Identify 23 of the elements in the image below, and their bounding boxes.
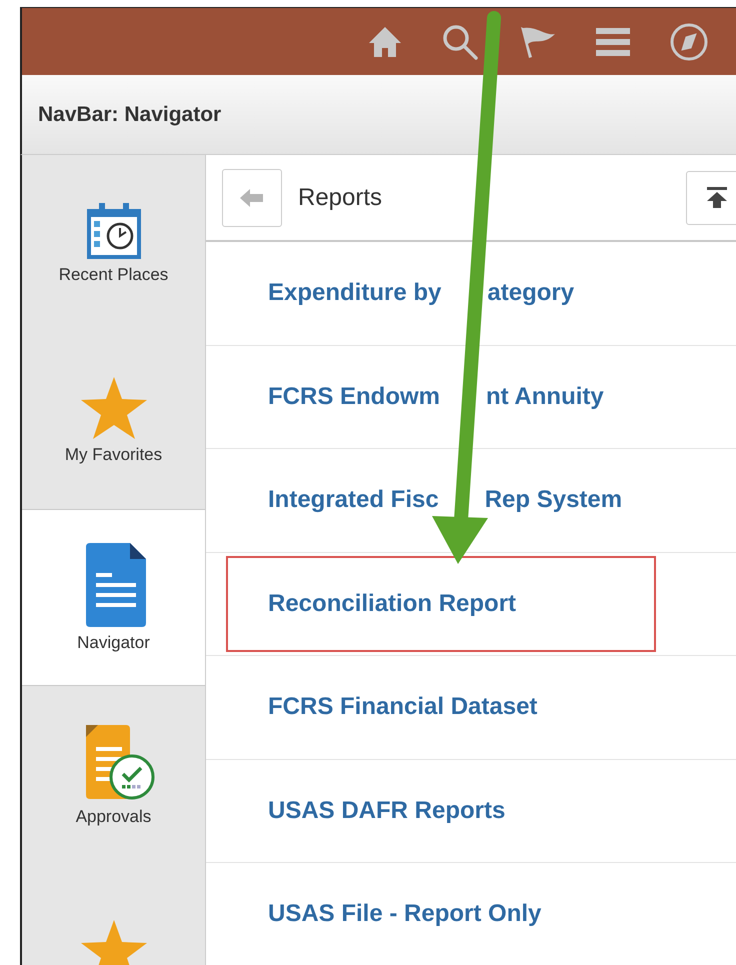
compass-icon[interactable]	[669, 22, 709, 62]
report-link[interactable]: Integrated Fisc Rep System	[226, 452, 664, 548]
star-icon	[78, 918, 148, 965]
section-heading: Reports	[298, 184, 382, 212]
report-link[interactable]: USAS File - Report Only	[226, 866, 584, 962]
star-icon	[78, 375, 148, 441]
scroll-top-button[interactable]	[686, 170, 736, 224]
sidebar-tile[interactable]: Approvals	[22, 686, 205, 863]
scroll-top-icon	[707, 186, 727, 208]
menu-icon[interactable]	[595, 26, 631, 58]
back-arrow-icon	[240, 188, 264, 206]
sidebar-tile[interactable]: My Favorites	[22, 332, 205, 509]
page-title: NavBar: Navigator	[38, 102, 222, 126]
search-icon[interactable]	[441, 22, 479, 60]
sidebar-tile[interactable]: Recent Places	[22, 155, 205, 332]
report-link[interactable]: Reconciliation Report	[226, 556, 656, 652]
report-link[interactable]: USAS DAFR Reports	[226, 762, 548, 859]
report-link[interactable]: Expenditure by ategory	[226, 245, 616, 342]
home-icon[interactable]	[367, 24, 403, 58]
report-link[interactable]: FCRS Financial Dataset	[226, 659, 580, 756]
report-link[interactable]: FCRS Endowm nt Annuity	[226, 348, 646, 445]
sidebar-tile[interactable]: Navigator	[22, 509, 205, 686]
back-button[interactable]	[222, 168, 282, 226]
